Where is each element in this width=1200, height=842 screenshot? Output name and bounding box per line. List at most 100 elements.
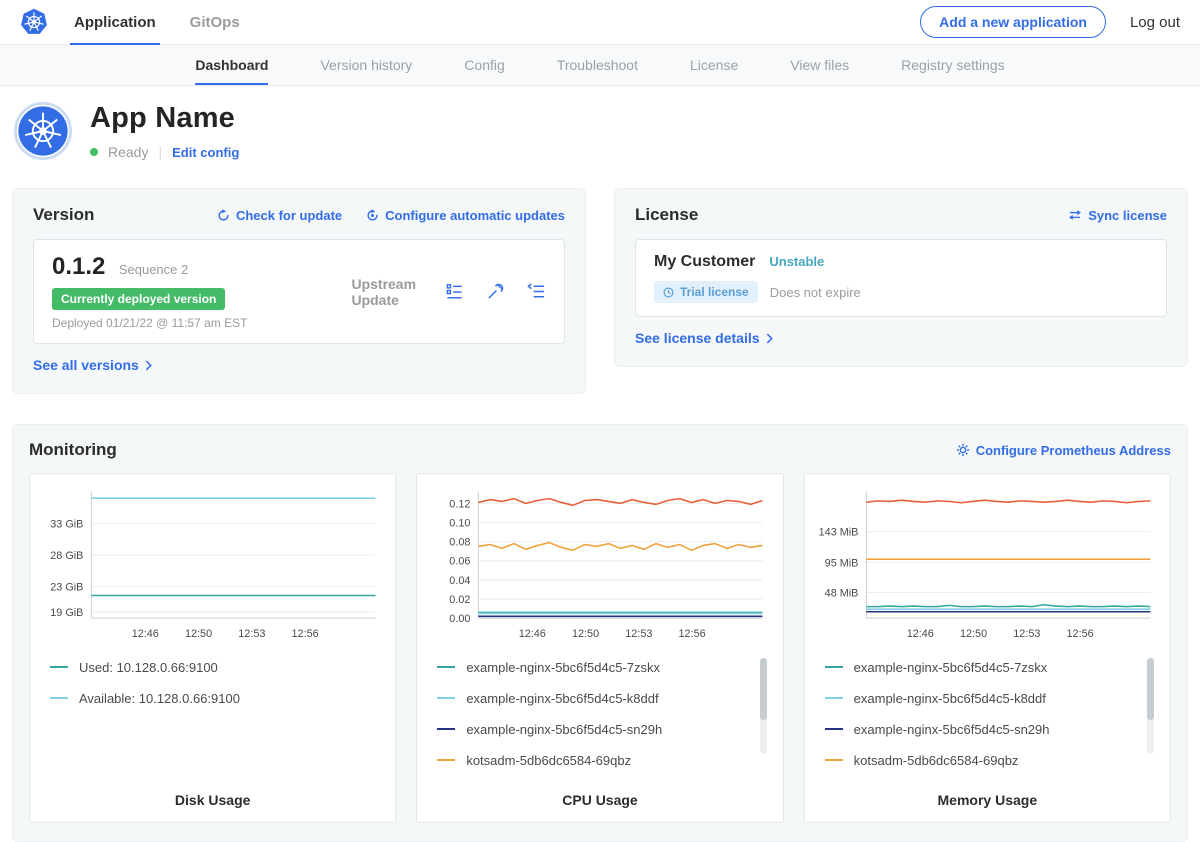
legend-label: example-nginx-5bc6f5d4c5-7zskx <box>466 660 660 675</box>
navbar-tab-application[interactable]: Application <box>74 0 156 45</box>
release-notes-icon[interactable] <box>445 282 464 301</box>
chevron-right-icon <box>145 360 152 371</box>
legend-color-dash <box>50 666 68 668</box>
legend-color-dash <box>437 697 455 699</box>
svg-text:12:50: 12:50 <box>572 628 599 640</box>
legend-item[interactable]: example-nginx-5bc6f5d4c5-k8ddf <box>437 683 752 714</box>
add-application-button[interactable]: Add a new application <box>920 6 1106 38</box>
subnav-item-view-files[interactable]: View files <box>790 45 849 85</box>
svg-text:0.00: 0.00 <box>450 613 471 625</box>
app-status: Ready <box>108 144 148 160</box>
subnav-item-version-history[interactable]: Version history <box>320 45 412 85</box>
svg-text:12:46: 12:46 <box>132 628 159 640</box>
legend-color-dash <box>437 666 455 668</box>
legend-item[interactable]: example-nginx-5bc6f5d4c5-sn29h <box>437 714 752 745</box>
legend-label: example-nginx-5bc6f5d4c5-7zskx <box>854 660 1048 675</box>
sync-license-link[interactable]: Sync license <box>1068 208 1167 223</box>
svg-text:12:53: 12:53 <box>1013 628 1040 640</box>
version-sequence: Sequence 2 <box>119 262 188 277</box>
legend-item[interactable]: kotsadm-5db6dc6584-69qbz <box>437 745 752 776</box>
legend-item[interactable]: kotsadm-5db6dc6584-69qbz <box>825 745 1140 776</box>
legend-item[interactable]: Used: 10.128.0.66:9100 <box>50 652 365 683</box>
svg-text:12:50: 12:50 <box>960 628 987 640</box>
check-for-update-link[interactable]: Check for update <box>217 208 342 223</box>
version-panel: Version Check for update Configure autom… <box>12 188 586 394</box>
legend-item[interactable]: example-nginx-5bc6f5d4c5-sn29h <box>825 714 1140 745</box>
legend-label: example-nginx-5bc6f5d4c5-sn29h <box>854 722 1050 737</box>
subnav-item-troubleshoot[interactable]: Troubleshoot <box>557 45 638 85</box>
edit-config-link[interactable]: Edit config <box>172 145 239 160</box>
config-icon[interactable] <box>486 282 505 301</box>
customer-name: My Customer <box>654 253 755 271</box>
legend-label: Available: 10.128.0.66:9100 <box>79 691 240 706</box>
divider: | <box>158 144 162 160</box>
license-type-badge: Trial license <box>654 281 758 303</box>
see-all-versions-link[interactable]: See all versions <box>33 357 152 373</box>
deployed-badge: Currently deployed version <box>52 288 225 310</box>
clock-icon <box>663 287 674 298</box>
chart-title: CPU Usage <box>427 780 772 808</box>
subnav-item-license[interactable]: License <box>690 45 738 85</box>
svg-text:23 GiB: 23 GiB <box>50 582 83 594</box>
svg-text:12:56: 12:56 <box>679 628 706 640</box>
subnav-item-dashboard[interactable]: Dashboard <box>195 45 268 85</box>
svg-text:0.12: 0.12 <box>450 498 471 510</box>
subnav-item-config[interactable]: Config <box>464 45 504 85</box>
chart-legend: example-nginx-5bc6f5d4c5-7zskx example-ng… <box>825 652 1154 776</box>
chart-legend: Used: 10.128.0.66:9100 Available: 10.128.… <box>50 652 379 714</box>
svg-text:0.08: 0.08 <box>450 537 471 549</box>
svg-text:19 GiB: 19 GiB <box>50 607 83 619</box>
current-version-card: 0.1.2 Sequence 2 Currently deployed vers… <box>33 239 565 344</box>
legend-scrollbar[interactable] <box>760 658 767 754</box>
configure-automatic-updates-link[interactable]: Configure automatic updates <box>366 208 565 223</box>
legend-color-dash <box>825 666 843 668</box>
chart-legend: example-nginx-5bc6f5d4c5-7zskx example-ng… <box>437 652 766 776</box>
license-card: My Customer Unstable Trial license Does … <box>635 239 1167 317</box>
svg-text:0.10: 0.10 <box>450 517 471 529</box>
license-panel-title: License <box>635 205 698 225</box>
memory-usage-chart-card: 143 MiB95 MiB48 MiB12:4612:5012:5312:56 … <box>804 473 1171 823</box>
navbar-tab-gitops[interactable]: GitOps <box>190 0 240 45</box>
legend-item[interactable]: Available: 10.128.0.66:9100 <box>50 683 365 714</box>
diff-icon[interactable] <box>527 282 546 301</box>
license-panel: License Sync license My Customer Unstabl… <box>614 188 1188 367</box>
legend-color-dash <box>437 759 455 761</box>
svg-text:12:56: 12:56 <box>1066 628 1093 640</box>
legend-color-dash <box>825 759 843 761</box>
svg-text:12:53: 12:53 <box>238 628 265 640</box>
memory-usage-chart: 143 MiB95 MiB48 MiB12:4612:5012:5312:56 <box>815 484 1160 644</box>
see-license-details-link[interactable]: See license details <box>635 330 773 346</box>
channel-label: Unstable <box>769 254 824 269</box>
page-title: App Name <box>90 102 239 135</box>
chart-title: Memory Usage <box>815 780 1160 808</box>
legend-color-dash <box>50 697 68 699</box>
legend-label: example-nginx-5bc6f5d4c5-k8ddf <box>466 691 658 706</box>
subnav-item-registry-settings[interactable]: Registry settings <box>901 45 1004 85</box>
legend-item[interactable]: example-nginx-5bc6f5d4c5-k8ddf <box>825 683 1140 714</box>
svg-text:0.04: 0.04 <box>450 575 471 587</box>
deployed-timestamp: Deployed 01/21/22 @ 11:57 am EST <box>52 316 305 330</box>
top-navbar: Application GitOps Add a new application… <box>0 0 1200 45</box>
app-logo-kubernetes-icon <box>14 102 72 160</box>
chevron-right-icon <box>766 333 773 344</box>
disk-usage-chart-card: 33 GiB28 GiB23 GiB19 GiB12:4612:5012:531… <box>29 473 396 823</box>
legend-item[interactable]: example-nginx-5bc6f5d4c5-7zskx <box>437 652 752 683</box>
gear-icon <box>956 443 970 457</box>
legend-scrollbar[interactable] <box>1147 658 1154 754</box>
legend-color-dash <box>825 697 843 699</box>
logout-button[interactable]: Log out <box>1130 14 1180 31</box>
cpu-usage-chart-card: 0.120.100.080.060.040.020.0012:4612:5012… <box>416 473 783 823</box>
svg-text:12:46: 12:46 <box>906 628 933 640</box>
svg-text:0.06: 0.06 <box>450 556 471 568</box>
configure-prometheus-link[interactable]: Configure Prometheus Address <box>956 443 1171 458</box>
legend-label: example-nginx-5bc6f5d4c5-k8ddf <box>854 691 1046 706</box>
disk-usage-chart: 33 GiB28 GiB23 GiB19 GiB12:4612:5012:531… <box>40 484 385 644</box>
svg-text:12:46: 12:46 <box>519 628 546 640</box>
cpu-usage-chart: 0.120.100.080.060.040.020.0012:4612:5012… <box>427 484 772 644</box>
svg-text:28 GiB: 28 GiB <box>50 550 83 562</box>
version-info: 0.1.2 Sequence 2 Currently deployed vers… <box>52 253 305 330</box>
auto-update-icon <box>366 209 379 222</box>
svg-text:33 GiB: 33 GiB <box>50 518 83 530</box>
legend-item[interactable]: example-nginx-5bc6f5d4c5-7zskx <box>825 652 1140 683</box>
chart-title: Disk Usage <box>40 780 385 808</box>
